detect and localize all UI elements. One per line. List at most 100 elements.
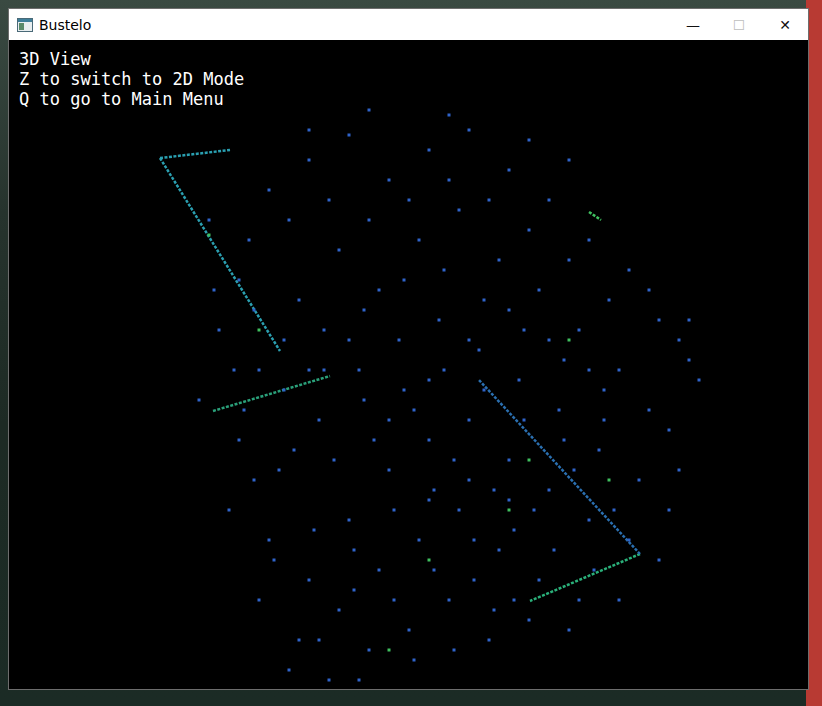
data-point — [198, 399, 201, 402]
data-point — [528, 139, 531, 142]
data-point — [578, 599, 581, 602]
data-point — [528, 619, 531, 622]
data-point — [468, 129, 471, 132]
data-point — [468, 419, 471, 422]
data-point — [468, 339, 471, 342]
data-point — [288, 219, 291, 222]
data-point — [378, 569, 381, 572]
data-point — [388, 419, 391, 422]
data-point — [328, 199, 331, 202]
data-point — [453, 459, 456, 462]
title-bar[interactable]: Bustelo —☐✕ — [9, 9, 808, 40]
data-point — [598, 449, 601, 452]
data-point — [523, 419, 526, 422]
data-point — [548, 339, 551, 342]
minimize-button[interactable]: — — [670, 9, 716, 40]
edge-line — [160, 158, 280, 351]
data-point — [498, 259, 501, 262]
data-point — [508, 499, 511, 502]
render-viewport[interactable]: 3D ViewZ to switch to 2D ModeQ to go to … — [9, 40, 808, 689]
data-point — [243, 409, 246, 412]
data-point — [448, 179, 451, 182]
data-point — [533, 509, 536, 512]
app-icon — [17, 17, 33, 33]
data-point — [388, 179, 391, 182]
data-point — [488, 199, 491, 202]
data-point — [248, 239, 251, 242]
data-point — [273, 559, 276, 562]
data-point — [418, 539, 421, 542]
data-point — [473, 539, 476, 542]
window-title: Bustelo — [39, 17, 670, 33]
data-point — [253, 479, 256, 482]
data-point — [378, 289, 381, 292]
data-point — [283, 389, 286, 392]
help-line: Q to go to Main Menu — [19, 89, 244, 109]
data-point — [588, 519, 591, 522]
data-point — [298, 639, 301, 642]
data-point — [373, 439, 376, 442]
data-point — [403, 389, 406, 392]
data-point — [438, 319, 441, 322]
data-point — [268, 539, 271, 542]
data-point — [668, 509, 671, 512]
data-point — [233, 369, 236, 372]
help-line: Z to switch to 2D Mode — [19, 69, 244, 89]
data-point — [613, 509, 616, 512]
data-point — [648, 409, 651, 412]
data-point — [428, 379, 431, 382]
close-button[interactable]: ✕ — [762, 9, 808, 40]
data-point — [568, 159, 571, 162]
data-point — [333, 459, 336, 462]
edge-line — [479, 380, 640, 554]
data-point — [313, 529, 316, 532]
data-point — [558, 409, 561, 412]
data-point — [443, 369, 446, 372]
data-point — [513, 599, 516, 602]
data-point — [678, 339, 681, 342]
data-point — [398, 339, 401, 342]
data-point — [483, 389, 486, 392]
data-point — [428, 499, 431, 502]
data-point — [593, 569, 596, 572]
edge-line — [213, 376, 330, 411]
data-point — [288, 669, 291, 672]
data-point — [353, 589, 356, 592]
data-point — [648, 289, 651, 292]
data-point — [318, 419, 321, 422]
data-point — [518, 379, 521, 382]
data-point — [658, 559, 661, 562]
data-point — [563, 359, 566, 362]
data-point — [408, 629, 411, 632]
data-point — [508, 509, 511, 512]
data-point — [508, 309, 511, 312]
data-point — [688, 319, 691, 322]
data-point — [393, 599, 396, 602]
data-point — [498, 549, 501, 552]
data-point — [548, 489, 551, 492]
data-point — [513, 529, 516, 532]
data-point — [348, 339, 351, 342]
data-point — [443, 269, 446, 272]
data-point — [258, 329, 261, 332]
data-point — [208, 234, 211, 237]
data-point — [553, 549, 556, 552]
data-point — [458, 209, 461, 212]
data-point — [548, 199, 551, 202]
data-point — [368, 649, 371, 652]
data-point — [338, 249, 341, 252]
edge-line — [589, 212, 601, 220]
data-point — [688, 359, 691, 362]
data-point — [363, 309, 366, 312]
app-window: Bustelo —☐✕ 3D ViewZ to switch to 2D Mod… — [8, 8, 809, 690]
data-point — [323, 369, 326, 372]
data-point — [668, 429, 671, 432]
point-cloud[interactable] — [9, 40, 808, 689]
data-point — [348, 134, 351, 137]
data-point — [428, 149, 431, 152]
data-point — [608, 479, 611, 482]
data-point — [323, 329, 326, 332]
data-point — [603, 389, 606, 392]
data-point — [308, 369, 311, 372]
data-point — [618, 599, 621, 602]
